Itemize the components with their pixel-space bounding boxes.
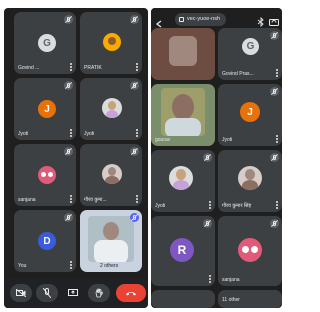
mic-off-icon bbox=[270, 219, 279, 228]
avatar bbox=[103, 33, 121, 51]
participant-tile-jyoti-photo[interactable]: Jyoti bbox=[151, 150, 215, 212]
participant-tile-partial[interactable] bbox=[151, 290, 215, 308]
bluetooth-audio-icon[interactable] bbox=[256, 14, 266, 28]
participant-name: 11 other bbox=[222, 297, 240, 303]
participant-name: Jyoti bbox=[84, 131, 95, 137]
hand-icon bbox=[95, 288, 103, 298]
participant-name: You bbox=[18, 263, 27, 269]
avatar: D bbox=[38, 232, 56, 250]
participant-tile-jyoti-photo[interactable]: Jyoti bbox=[80, 78, 142, 140]
more-participants-icon bbox=[130, 213, 139, 222]
call-controls-bar bbox=[4, 278, 148, 308]
participant-name: Govind ... bbox=[18, 65, 40, 71]
mic-off-icon bbox=[270, 87, 279, 96]
participant-tile-govind[interactable]: G Govind Pras... bbox=[218, 28, 282, 80]
mic-off-icon bbox=[270, 153, 279, 162]
avatar: J bbox=[38, 100, 56, 118]
participant-name: गौरव कुमार सिंह bbox=[222, 203, 252, 209]
more-options-icon[interactable] bbox=[275, 69, 278, 77]
participant-tile-r[interactable]: R bbox=[151, 216, 215, 286]
avatar bbox=[38, 166, 56, 184]
participant-name: Jyoti bbox=[155, 203, 166, 209]
more-options-icon[interactable] bbox=[208, 201, 211, 209]
raise-hand-button[interactable] bbox=[88, 284, 110, 302]
back-icon[interactable] bbox=[155, 15, 163, 28]
meeting-code-chip[interactable]: vec-yuoe-nsh bbox=[175, 13, 227, 26]
video-feed bbox=[88, 216, 134, 262]
more-options-icon[interactable] bbox=[135, 195, 138, 203]
participant-tile-govind[interactable]: G Govind ... bbox=[14, 12, 76, 74]
video-feed bbox=[161, 88, 205, 136]
share-screen-icon bbox=[68, 289, 78, 296]
participant-tile-you[interactable]: D You bbox=[14, 210, 76, 272]
end-call-icon bbox=[126, 292, 136, 296]
switch-camera-icon[interactable] bbox=[269, 14, 279, 26]
mic-off-icon bbox=[43, 288, 51, 298]
participant-tile-others[interactable]: 11 other bbox=[218, 290, 282, 308]
avatar: R bbox=[170, 238, 194, 262]
avatar bbox=[102, 98, 122, 118]
copy-icon bbox=[179, 17, 184, 22]
participant-name: gourav bbox=[155, 137, 171, 143]
more-options-icon[interactable] bbox=[135, 63, 138, 71]
participant-tile-gourav[interactable]: gourav bbox=[151, 84, 215, 146]
avatar: J bbox=[240, 102, 260, 122]
more-options-icon[interactable] bbox=[69, 129, 72, 137]
avatar bbox=[238, 166, 262, 190]
participant-name: PRATIK bbox=[84, 65, 102, 71]
participant-name: Jyoti bbox=[18, 131, 29, 137]
avatar bbox=[238, 238, 262, 262]
right-meeting-screen: vec-yuoe-nsh G Govind Pras... gourav J J… bbox=[151, 8, 282, 308]
camera-off-button[interactable] bbox=[10, 284, 32, 302]
more-options-icon[interactable] bbox=[135, 129, 138, 137]
mic-off-icon bbox=[64, 81, 73, 90]
participant-name: Jyoti bbox=[222, 137, 233, 143]
participant-name: गौरव कुमा... bbox=[84, 197, 107, 203]
participant-tile-sanjana[interactable]: sanjana bbox=[14, 144, 76, 206]
more-options-icon[interactable] bbox=[69, 63, 72, 71]
mic-off-icon bbox=[130, 81, 139, 90]
participant-name: Govind Pras... bbox=[222, 71, 254, 77]
mic-off-button[interactable] bbox=[36, 284, 58, 302]
mic-off-icon bbox=[203, 153, 212, 162]
participant-tile-jyoti[interactable]: J Jyoti bbox=[14, 78, 76, 140]
mic-off-icon bbox=[270, 31, 279, 40]
participant-tile-pratik[interactable]: PRATIK bbox=[80, 12, 142, 74]
participant-name: sanjana bbox=[18, 197, 36, 203]
avatar: G bbox=[242, 38, 259, 55]
participant-tile-gourav[interactable]: गौरव कुमा... bbox=[80, 144, 142, 206]
participant-tile-sanjana[interactable]: sanjana bbox=[218, 216, 282, 286]
end-call-button[interactable] bbox=[116, 284, 146, 302]
more-options-icon[interactable] bbox=[69, 195, 72, 203]
avatar bbox=[102, 164, 122, 184]
participant-tile-others[interactable]: 2 others bbox=[80, 210, 142, 272]
participant-name: 2 others bbox=[100, 263, 119, 269]
mic-off-icon bbox=[64, 213, 73, 222]
top-bar: vec-yuoe-nsh bbox=[151, 8, 282, 30]
participant-tile-top-left[interactable] bbox=[151, 28, 215, 80]
more-options-icon[interactable] bbox=[208, 275, 211, 283]
mic-off-icon bbox=[64, 15, 73, 24]
left-meeting-screen: G Govind ... PRATIK J Jyoti Jyoti sanjan… bbox=[4, 8, 148, 308]
mic-off-icon bbox=[130, 147, 139, 156]
more-options-icon[interactable] bbox=[275, 201, 278, 209]
avatar bbox=[169, 166, 193, 190]
meeting-code: vec-yuoe-nsh bbox=[187, 16, 221, 22]
mic-off-icon bbox=[64, 147, 73, 156]
video-feed bbox=[169, 36, 197, 66]
participant-tile-jyoti[interactable]: J Jyoti bbox=[218, 84, 282, 146]
mic-off-icon bbox=[130, 15, 139, 24]
more-options-icon[interactable] bbox=[275, 135, 278, 143]
participant-tile-gourav-kumar[interactable]: गौरव कुमार सिंह bbox=[218, 150, 282, 212]
participant-name: sanjana bbox=[222, 277, 240, 283]
mic-off-icon bbox=[203, 219, 212, 228]
camera-off-icon bbox=[16, 289, 26, 297]
more-options-icon[interactable] bbox=[69, 261, 72, 269]
share-button[interactable] bbox=[62, 284, 84, 302]
avatar: G bbox=[38, 34, 56, 52]
